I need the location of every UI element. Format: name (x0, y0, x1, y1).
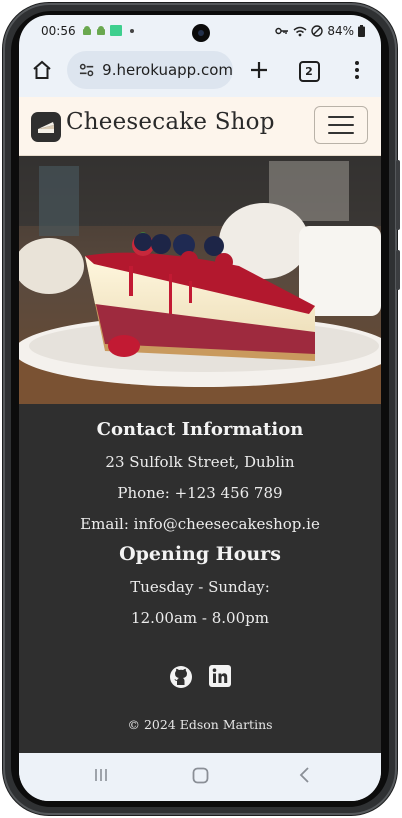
tab-count: 2 (298, 60, 320, 82)
key-icon (275, 27, 289, 35)
address-bar[interactable]: 9.herokuapp.com (67, 51, 233, 89)
recent-apps-icon[interactable] (93, 767, 109, 783)
android-icon (97, 26, 105, 35)
battery-percent: 84% (327, 24, 354, 38)
contact-address: 23 Sulfolk Street, Dublin (105, 453, 295, 471)
wifi-icon (293, 26, 307, 36)
web-page: Cheesecake Shop Contact Information 23 S… (19, 97, 381, 753)
new-tab-button[interactable] (248, 59, 270, 81)
site-navbar: Cheesecake Shop (19, 97, 381, 156)
android-icon (83, 26, 91, 35)
hours-heading: Opening Hours (119, 543, 281, 565)
contact-phone: Phone: +123 456 789 (117, 484, 283, 502)
tab-switcher-button[interactable]: 2 (297, 59, 321, 83)
copyright-text: © 2024 Edson Martins (127, 717, 273, 732)
site-footer: Contact Information 23 Sulfolk Street, D… (19, 404, 381, 753)
hamburger-line (328, 132, 354, 134)
more-notifications-dot-icon (130, 28, 134, 33)
do-not-disturb-icon (311, 25, 324, 37)
notification-icons (82, 25, 135, 36)
more-vert-icon (355, 61, 359, 79)
nav-menu-toggle-button[interactable] (314, 106, 368, 144)
url-text: 9.herokuapp.com (102, 61, 233, 79)
status-time: 00:56 (41, 24, 76, 38)
status-bar: 00:56 84% (19, 15, 381, 49)
volume-button (396, 160, 400, 230)
hours-days: Tuesday - Sunday: (130, 578, 270, 596)
home-nav-icon[interactable] (192, 767, 209, 784)
plus-icon (251, 62, 267, 78)
back-icon[interactable] (298, 767, 310, 783)
hours-times: 12.00am - 8.00pm (131, 609, 269, 627)
browser-menu-button[interactable] (349, 59, 365, 81)
home-button[interactable] (31, 59, 53, 81)
home-icon (33, 60, 51, 79)
hero-cheesecake-image (19, 156, 381, 404)
social-links (19, 665, 381, 689)
linkedin-icon[interactable] (209, 665, 231, 687)
github-icon[interactable] (169, 665, 193, 689)
status-right: 84% (275, 24, 365, 38)
front-camera (192, 24, 210, 42)
hamburger-line (328, 124, 354, 126)
system-navigation-bar (19, 753, 381, 801)
hamburger-line (328, 116, 354, 118)
phone-screen: 00:56 84% 9.herokuapp.com 2 Cheesecake S… (19, 15, 381, 801)
site-settings-icon[interactable] (79, 63, 94, 77)
cheesecake-logo-icon[interactable] (31, 112, 61, 142)
browser-toolbar: 9.herokuapp.com 2 (19, 49, 381, 97)
cheesecake-photo (19, 156, 381, 404)
power-button (396, 250, 400, 290)
app-notification-icon (110, 25, 122, 36)
contact-email: Email: info@cheesecakeshop.ie (80, 515, 320, 533)
site-brand[interactable]: Cheesecake Shop (66, 109, 275, 135)
cake-slice-icon (38, 122, 54, 133)
battery-icon (358, 25, 365, 37)
contact-heading: Contact Information (96, 419, 304, 440)
